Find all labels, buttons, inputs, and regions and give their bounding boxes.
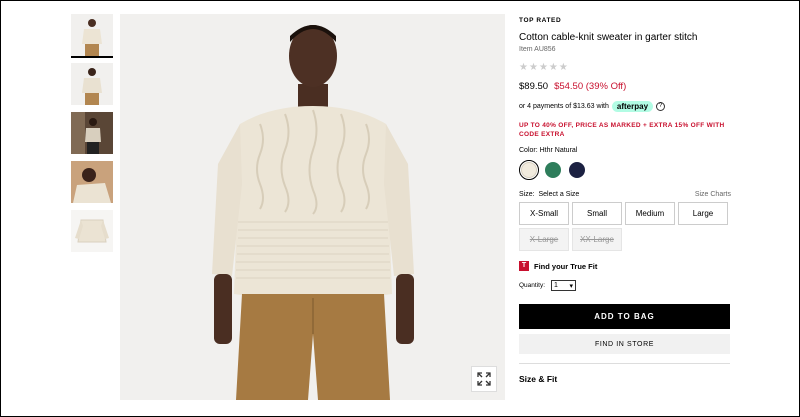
size-small-button[interactable]: Small bbox=[572, 202, 622, 225]
thumbnail-flat[interactable] bbox=[71, 210, 113, 252]
star-icon: ★ bbox=[528, 62, 538, 73]
thumbnail-lifestyle[interactable] bbox=[71, 112, 113, 154]
size-charts-link[interactable]: Size Charts bbox=[695, 191, 731, 198]
thumbnail-closeup[interactable] bbox=[71, 161, 113, 203]
truefit-icon: T bbox=[519, 261, 529, 271]
afterpay-text: or 4 payments of $13.63 with bbox=[519, 103, 609, 110]
swatch-navy[interactable] bbox=[567, 160, 587, 180]
top-rated-badge: TOP RATED bbox=[519, 17, 562, 24]
add-to-bag-button[interactable]: ADD TO BAG bbox=[519, 304, 730, 329]
star-icon: ★ bbox=[519, 62, 528, 73]
size-xlarge-button[interactable]: X-Large bbox=[519, 228, 569, 251]
swatch-hthr-natural[interactable] bbox=[519, 160, 539, 180]
original-price: $89.50 bbox=[519, 81, 549, 92]
afterpay-row: or 4 payments of $13.63 with afterpay ? bbox=[519, 101, 731, 112]
thumbnail-back[interactable] bbox=[71, 63, 113, 105]
quantity-value: 1 bbox=[554, 282, 558, 289]
model-illustration bbox=[120, 14, 505, 400]
expand-image-button[interactable] bbox=[471, 366, 497, 392]
product-main-image[interactable] bbox=[120, 14, 505, 400]
chevron-down-icon: ▾ bbox=[569, 282, 574, 290]
color-label: Color: Hthr Natural bbox=[519, 147, 578, 154]
afterpay-logo[interactable]: afterpay bbox=[611, 101, 654, 112]
expand-icon bbox=[477, 372, 491, 386]
thumbnail-list bbox=[71, 14, 113, 259]
promo-message: UP TO 40% OFF, PRICE AS MARKED + EXTRA 1… bbox=[519, 122, 725, 138]
product-title: Cotton cable-knit sweater in garter stit… bbox=[519, 32, 698, 43]
size-medium-button[interactable]: Medium bbox=[625, 202, 675, 225]
star-icon: ★ bbox=[538, 62, 548, 73]
size-fit-heading[interactable]: Size & Fit bbox=[519, 374, 731, 384]
size-xxlarge-button[interactable]: XX-Large bbox=[572, 228, 622, 251]
size-large-button[interactable]: Large bbox=[678, 202, 728, 225]
size-options: X-Small Small Medium Large X-Large XX-La… bbox=[519, 202, 731, 251]
help-icon[interactable]: ? bbox=[656, 102, 666, 111]
rating-stars[interactable]: ★ ★ ★ ★ ★ bbox=[519, 63, 731, 73]
size-header: Size: Select a Size Size Charts bbox=[519, 191, 731, 198]
truefit-label: Find your True Fit bbox=[534, 261, 598, 271]
color-swatches bbox=[519, 160, 731, 180]
divider bbox=[519, 363, 730, 364]
star-icon: ★ bbox=[548, 62, 558, 73]
star-icon: ★ bbox=[558, 62, 568, 73]
quantity-label: Quantity: bbox=[519, 282, 546, 289]
quantity-row: Quantity: 1 ▾ bbox=[519, 280, 731, 291]
true-fit-link[interactable]: T Find your True Fit bbox=[519, 261, 731, 271]
price-row: $89.50 $54.50 (39% Off) bbox=[519, 81, 731, 92]
product-details-panel: TOP RATED Cotton cable-knit sweater in g… bbox=[519, 14, 731, 384]
size-label: Size: Select a Size bbox=[519, 191, 580, 198]
swatch-green[interactable] bbox=[543, 160, 563, 180]
find-in-store-button[interactable]: FIND IN STORE bbox=[519, 334, 730, 354]
thumbnail-front[interactable] bbox=[71, 14, 113, 58]
item-number: Item AU856 bbox=[519, 46, 556, 53]
size-xsmall-button[interactable]: X-Small bbox=[519, 202, 569, 225]
quantity-select[interactable]: 1 ▾ bbox=[551, 280, 577, 291]
sale-price: $54.50 (39% Off) bbox=[554, 81, 627, 92]
